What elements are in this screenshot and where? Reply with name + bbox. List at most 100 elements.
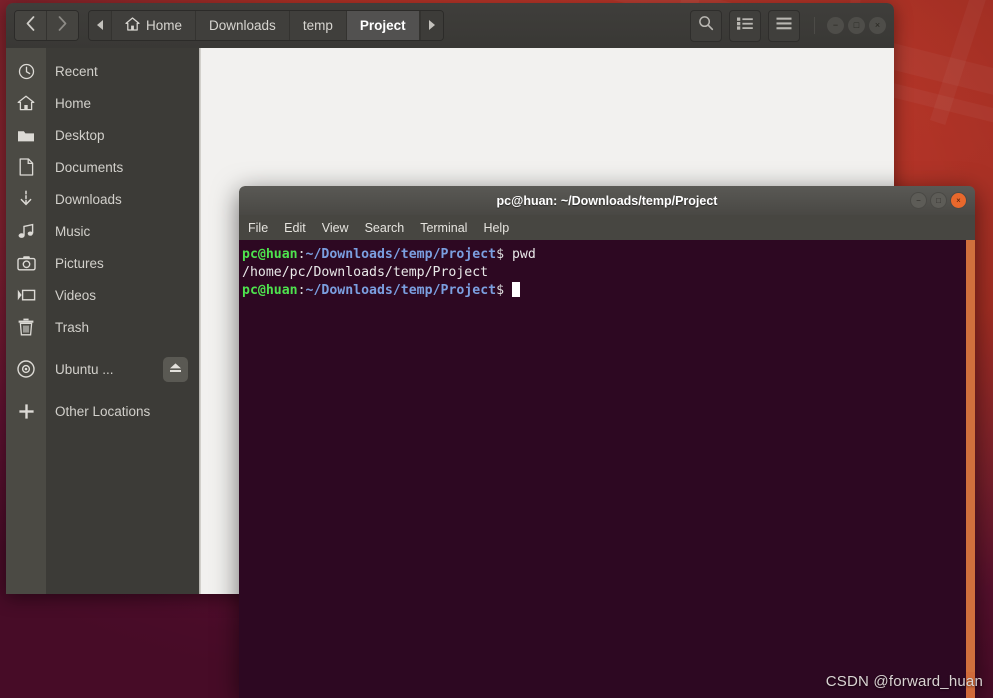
list-view-icon (737, 17, 753, 35)
sidebar-item-label: Other Locations (55, 403, 151, 419)
terminal-command (504, 283, 512, 298)
trash-icon (6, 318, 46, 336)
terminal-command: pwd (504, 247, 536, 262)
sidebar-item-trash[interactable]: Trash (6, 311, 199, 343)
terminal-menu-bar: File Edit View Search Terminal Help (239, 215, 975, 240)
sidebar-item-music[interactable]: Music (6, 215, 199, 247)
maximize-button[interactable]: □ (848, 17, 865, 34)
sidebar-item-label: Ubuntu ... (55, 361, 114, 377)
home-icon (125, 17, 140, 34)
breadcrumb-scroll-right-button[interactable] (419, 11, 443, 40)
close-button[interactable]: × (869, 17, 886, 34)
maximize-icon: □ (936, 195, 941, 205)
music-note-icon (6, 223, 46, 239)
eject-icon (169, 362, 182, 377)
sidebar-separator (6, 385, 199, 395)
breadcrumb-label: Home (146, 18, 183, 33)
document-icon (6, 158, 46, 176)
prompt-user: pc@huan (242, 283, 298, 298)
chevron-left-icon (26, 15, 35, 36)
sidebar-item-label: Trash (55, 319, 90, 335)
sidebar-item-pictures[interactable]: Pictures (6, 247, 199, 279)
prompt-colon: : (297, 247, 306, 262)
terminal-minimize-button[interactable]: − (910, 192, 927, 209)
sidebar-item-other-locations[interactable]: Other Locations (6, 395, 199, 427)
sidebar-item-ubuntu-disc[interactable]: Ubuntu ... (6, 353, 199, 385)
sidebar-item-videos[interactable]: Videos (6, 279, 199, 311)
terminal-window-controls: − □ × (910, 186, 967, 215)
terminal-output-area[interactable]: pc@huan:~/Downloads/temp/Project$ pwd /h… (239, 240, 975, 698)
sidebar-item-label: Desktop (55, 127, 105, 143)
breadcrumb-label: temp (302, 18, 333, 33)
triangle-right-icon (428, 17, 436, 35)
menu-item-file[interactable]: File (248, 221, 268, 235)
home-icon (6, 95, 46, 111)
eject-button[interactable] (163, 356, 188, 382)
window-controls: − □ × (814, 17, 886, 34)
sidebar-item-downloads[interactable]: Downloads (6, 183, 199, 215)
terminal-line: pc@huan:~/Downloads/temp/Project$ pwd (242, 246, 975, 264)
breadcrumb-item-project[interactable]: Project (346, 11, 420, 40)
sidebar-item-label: Videos (55, 287, 97, 303)
sidebar-item-home[interactable]: Home (6, 87, 199, 119)
breadcrumb-scroll-left-button[interactable] (89, 11, 112, 40)
sidebar-separator (6, 343, 199, 353)
file-manager-header: Home Downloads temp Project − □ × (6, 3, 894, 48)
sidebar-item-label: Downloads (55, 191, 122, 207)
terminal-line: /home/pc/Downloads/temp/Project (242, 264, 975, 282)
sidebar-item-documents[interactable]: Documents (6, 151, 199, 183)
prompt-dollar: $ (496, 283, 505, 298)
watermark-text: CSDN @forward_huan (825, 673, 983, 690)
terminal-line: pc@huan:~/Downloads/temp/Project$ (242, 282, 975, 300)
minimize-button[interactable]: − (827, 17, 844, 34)
menu-item-view[interactable]: View (322, 221, 349, 235)
menu-item-help[interactable]: Help (483, 221, 509, 235)
sidebar-item-label: Recent (55, 63, 98, 79)
sidebar: Recent Home Desktop Documents Downloads … (6, 48, 200, 594)
back-button[interactable] (15, 11, 47, 40)
terminal-scrollbar[interactable] (966, 240, 975, 698)
prompt-path: ~/Downloads/temp/Project (305, 283, 497, 298)
prompt-dollar: $ (496, 247, 505, 262)
menu-item-search[interactable]: Search (365, 221, 405, 235)
forward-button[interactable] (47, 11, 78, 40)
screen: Home Downloads temp Project − □ × Recent… (0, 0, 993, 698)
chevron-right-icon (58, 15, 67, 36)
search-button[interactable] (690, 9, 722, 42)
breadcrumb-item-home[interactable]: Home (112, 11, 197, 40)
terminal-maximize-button[interactable]: □ (930, 192, 947, 209)
breadcrumb-item-downloads[interactable]: Downloads (196, 11, 290, 40)
prompt-user: pc@huan (242, 247, 298, 262)
minimize-icon: − (832, 20, 839, 30)
sidebar-item-recent[interactable]: Recent (6, 55, 199, 87)
download-arrow-icon (6, 190, 46, 208)
folder-icon (6, 128, 46, 143)
terminal-scrollbar-thumb[interactable] (966, 240, 975, 672)
main-menu-button[interactable] (768, 9, 800, 42)
view-options-button[interactable] (729, 9, 761, 42)
plus-icon (6, 403, 46, 420)
terminal-close-button[interactable]: × (950, 192, 967, 209)
video-camera-icon (6, 288, 46, 302)
sidebar-item-label: Pictures (55, 255, 104, 271)
triangle-left-icon (96, 17, 104, 35)
terminal-cursor (512, 282, 520, 297)
sidebar-item-label: Music (55, 223, 91, 239)
menu-item-terminal[interactable]: Terminal (420, 221, 467, 235)
sidebar-item-label: Home (55, 95, 92, 111)
disc-icon (6, 360, 46, 378)
close-icon: × (956, 195, 961, 205)
menu-item-edit[interactable]: Edit (284, 221, 306, 235)
maximize-icon: □ (853, 20, 860, 30)
prompt-colon: : (297, 283, 306, 298)
hamburger-menu-icon (776, 17, 792, 35)
sidebar-item-desktop[interactable]: Desktop (6, 119, 199, 151)
terminal-title-bar[interactable]: pc@huan: ~/Downloads/temp/Project − □ × (239, 186, 975, 215)
clock-icon (6, 63, 46, 80)
search-icon (698, 15, 714, 36)
navigation-buttons (14, 10, 79, 41)
terminal-title: pc@huan: ~/Downloads/temp/Project (496, 193, 718, 208)
terminal-output: /home/pc/Downloads/temp/Project (242, 265, 489, 280)
breadcrumb-item-temp[interactable]: temp (289, 11, 347, 40)
camera-icon (6, 255, 46, 271)
